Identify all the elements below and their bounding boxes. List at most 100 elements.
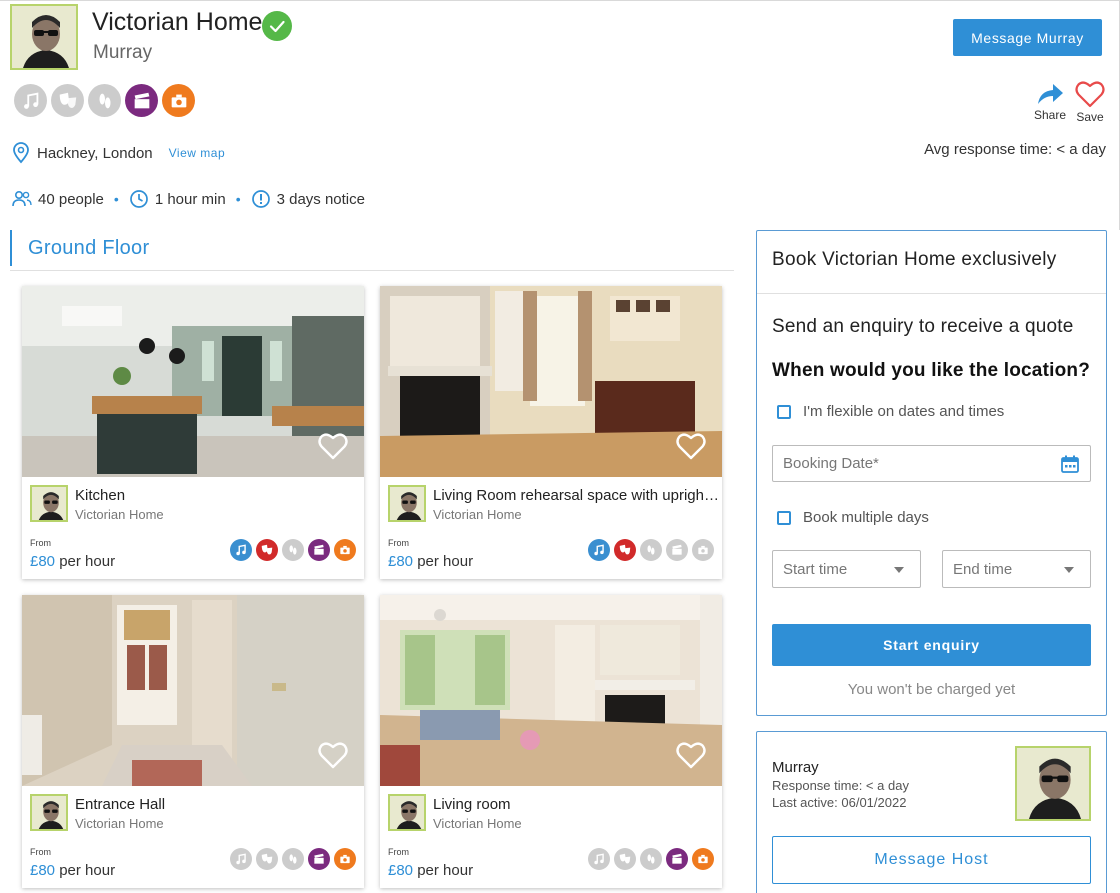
room-photo: [22, 286, 364, 477]
capacity-text: 40 people: [38, 190, 104, 208]
dance-shoes-icon: [282, 848, 304, 870]
share-arrow-icon: [1038, 84, 1063, 104]
theatre-masks-icon: [614, 539, 636, 561]
room-photo: [380, 595, 722, 786]
host-panel-name: Murray: [772, 759, 819, 776]
save-button[interactable]: Save: [1073, 80, 1107, 124]
flexible-dates-checkbox[interactable]: I'm flexible on dates and times: [777, 403, 1004, 420]
chevron-down-icon: [1064, 567, 1074, 573]
photo-camera-icon: [692, 848, 714, 870]
host-avatar: [30, 485, 68, 522]
listing-title: Victorian Home: [92, 8, 263, 36]
message-host-panel-button[interactable]: Message Host: [772, 836, 1091, 884]
stats-row: 40 people • 1 hour min • 3 days notice: [12, 189, 365, 209]
room-title[interactable]: Kitchen: [75, 487, 361, 504]
room-activity-icons: [230, 539, 356, 561]
host-avatar[interactable]: [1015, 746, 1091, 821]
start-time-select[interactable]: Start time: [772, 550, 921, 588]
price-amount: £80: [30, 862, 56, 879]
price-from-label: From: [30, 847, 51, 857]
host-avatar: [388, 485, 426, 522]
clock-icon: [129, 190, 148, 208]
room-card-entrance-hall[interactable]: Entrance Hall Victorian Home From £80 pe…: [22, 595, 364, 888]
room-venue: Victorian Home: [75, 507, 164, 522]
room-price: £80 per hour: [388, 553, 473, 570]
booking-date-field[interactable]: Booking Date*: [772, 445, 1091, 482]
host-avatar: [30, 794, 68, 831]
notice-alert-icon: [251, 190, 270, 208]
photo-camera-icon: [692, 539, 714, 561]
separator-dot: •: [235, 191, 241, 207]
booking-subheading: Send an enquiry to receive a quote: [772, 316, 1074, 337]
price-amount: £80: [388, 862, 414, 879]
room-title[interactable]: Entrance Hall: [75, 796, 361, 813]
favorite-heart-icon[interactable]: [676, 432, 706, 460]
price-amount: £80: [30, 553, 56, 570]
room-card-living-room-rehearsal[interactable]: Living Room rehearsal space with upright…: [380, 286, 722, 579]
booking-question: When would you like the location?: [772, 360, 1090, 381]
clapperboard-icon: [308, 539, 330, 561]
room-card-kitchen[interactable]: Kitchen Victorian Home From £80 per hour: [22, 286, 364, 579]
host-last-active: Last active: 06/01/2022: [772, 795, 907, 810]
host-panel: Murray Response time: < a day Last activ…: [756, 731, 1107, 893]
dance-shoes-icon: [88, 84, 121, 117]
heart-icon: [1075, 81, 1105, 108]
checkbox-box[interactable]: [777, 404, 791, 419]
location-row: Hackney, London View map: [12, 142, 225, 164]
room-activity-icons: [588, 848, 714, 870]
room-venue: Victorian Home: [433, 816, 522, 831]
calendar-icon[interactable]: [1061, 455, 1079, 473]
price-unit: per hour: [55, 862, 116, 879]
share-label: Share: [1033, 108, 1067, 122]
multiple-days-label: Book multiple days: [803, 509, 929, 526]
photo-camera-icon: [334, 848, 356, 870]
save-label: Save: [1076, 110, 1104, 124]
verified-check-icon: [262, 11, 292, 41]
location-text: Hackney, London: [37, 144, 153, 162]
room-price: £80 per hour: [30, 553, 115, 570]
section-divider: [10, 270, 734, 271]
favorite-heart-icon[interactable]: [318, 741, 348, 769]
room-activity-icons: [588, 539, 714, 561]
flexible-dates-label: I'm flexible on dates and times: [803, 403, 1005, 420]
room-title[interactable]: Living room: [433, 796, 719, 813]
favorite-heart-icon[interactable]: [318, 432, 348, 460]
price-from-label: From: [30, 538, 51, 548]
start-enquiry-button[interactable]: Start enquiry: [772, 624, 1091, 666]
message-host-button[interactable]: Message Murray: [953, 19, 1102, 56]
photo-camera-icon: [162, 84, 195, 117]
price-from-label: From: [388, 847, 409, 857]
price-unit: per hour: [413, 553, 474, 570]
share-button[interactable]: Share: [1030, 82, 1070, 122]
price-from-label: From: [388, 538, 409, 548]
theatre-masks-icon: [614, 848, 636, 870]
booking-date-placeholder: Booking Date*: [783, 455, 879, 472]
checkbox-box[interactable]: [777, 510, 791, 525]
room-title[interactable]: Living Room rehearsal space with upright…: [433, 487, 719, 504]
clapperboard-icon: [666, 539, 688, 561]
clapperboard-icon: [125, 84, 158, 117]
view-map-link[interactable]: View map: [169, 146, 225, 160]
room-price: £80 per hour: [30, 862, 115, 879]
clapperboard-icon: [666, 848, 688, 870]
theatre-masks-icon: [256, 539, 278, 561]
section-title: Ground Floor: [10, 230, 149, 266]
multiple-days-checkbox[interactable]: Book multiple days: [777, 509, 929, 526]
host-avatar[interactable]: [10, 4, 78, 70]
avg-response-time: Avg response time: < a day: [924, 141, 1106, 158]
activity-icons: [14, 84, 195, 117]
chevron-down-icon: [894, 567, 904, 573]
room-photo: [380, 286, 722, 477]
separator-dot: •: [113, 191, 119, 207]
host-name: Murray: [93, 42, 153, 63]
end-time-select[interactable]: End time: [942, 550, 1091, 588]
price-amount: £80: [388, 553, 414, 570]
room-photo: [22, 595, 364, 786]
favorite-heart-icon[interactable]: [676, 741, 706, 769]
room-venue: Victorian Home: [75, 816, 164, 831]
music-icon: [588, 539, 610, 561]
min-hours-text: 1 hour min: [154, 190, 226, 208]
room-activity-icons: [230, 848, 356, 870]
room-card-living-room[interactable]: Living room Victorian Home From £80 per …: [380, 595, 722, 888]
dance-shoes-icon: [640, 539, 662, 561]
